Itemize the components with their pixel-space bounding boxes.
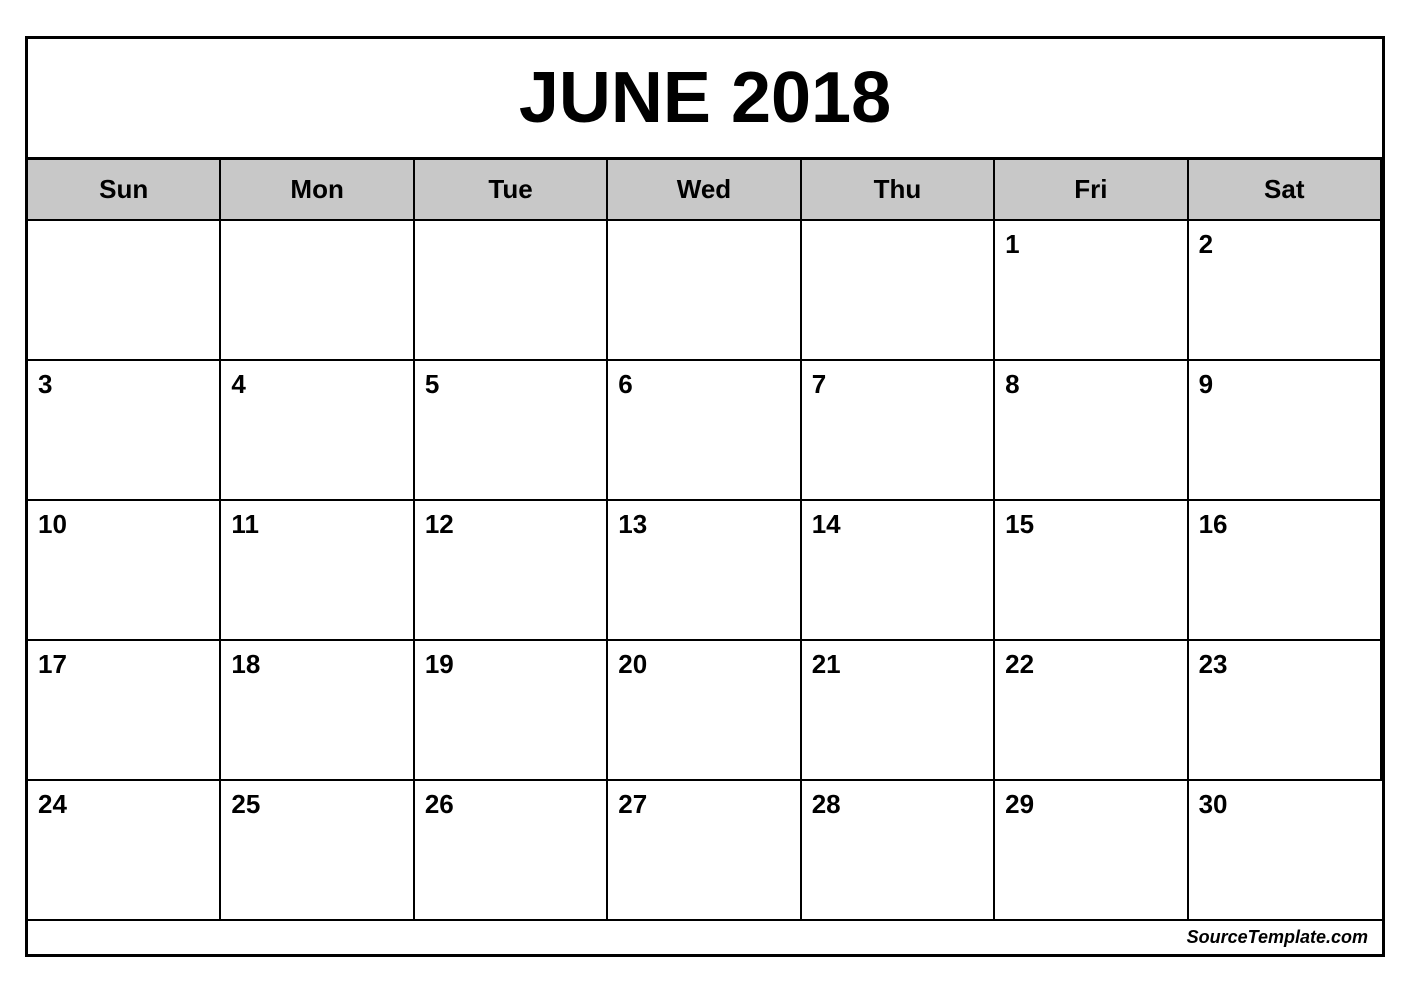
calendar-grid: Sun Mon Tue Wed Thu Fri Sat 1 2 3 4 5 6 … [28, 160, 1382, 921]
day-cell-7: 7 [802, 361, 995, 501]
day-cell-15: 15 [995, 501, 1188, 641]
day-cell-26: 26 [415, 781, 608, 921]
day-cell-2: 2 [1189, 221, 1382, 361]
day-cell-25: 25 [221, 781, 414, 921]
calendar-title: JUNE 2018 [28, 39, 1382, 160]
day-cell-4: 4 [221, 361, 414, 501]
day-cell-10: 10 [28, 501, 221, 641]
day-cell-6: 6 [608, 361, 801, 501]
day-cell-18: 18 [221, 641, 414, 781]
day-cell-22: 22 [995, 641, 1188, 781]
day-cell-23: 23 [1189, 641, 1382, 781]
day-cell-8: 8 [995, 361, 1188, 501]
day-cell-24: 24 [28, 781, 221, 921]
day-cell-19: 19 [415, 641, 608, 781]
header-mon: Mon [221, 160, 414, 221]
day-cell-5: 5 [415, 361, 608, 501]
day-cell-11: 11 [221, 501, 414, 641]
day-cell-27: 27 [608, 781, 801, 921]
empty-cell [28, 221, 221, 361]
day-cell-3: 3 [28, 361, 221, 501]
calendar: JUNE 2018 Sun Mon Tue Wed Thu Fri Sat 1 … [25, 36, 1385, 957]
day-cell-17: 17 [28, 641, 221, 781]
header-thu: Thu [802, 160, 995, 221]
empty-cell [608, 221, 801, 361]
day-cell-30: 30 [1189, 781, 1382, 921]
empty-cell [221, 221, 414, 361]
empty-cell [802, 221, 995, 361]
day-cell-29: 29 [995, 781, 1188, 921]
day-cell-21: 21 [802, 641, 995, 781]
day-cell-1: 1 [995, 221, 1188, 361]
header-wed: Wed [608, 160, 801, 221]
day-cell-12: 12 [415, 501, 608, 641]
day-cell-20: 20 [608, 641, 801, 781]
header-fri: Fri [995, 160, 1188, 221]
day-cell-14: 14 [802, 501, 995, 641]
header-sat: Sat [1189, 160, 1382, 221]
header-sun: Sun [28, 160, 221, 221]
day-cell-16: 16 [1189, 501, 1382, 641]
day-cell-9: 9 [1189, 361, 1382, 501]
header-tue: Tue [415, 160, 608, 221]
day-cell-13: 13 [608, 501, 801, 641]
day-cell-28: 28 [802, 781, 995, 921]
empty-cell [415, 221, 608, 361]
calendar-footer: SourceTemplate.com [28, 921, 1382, 954]
